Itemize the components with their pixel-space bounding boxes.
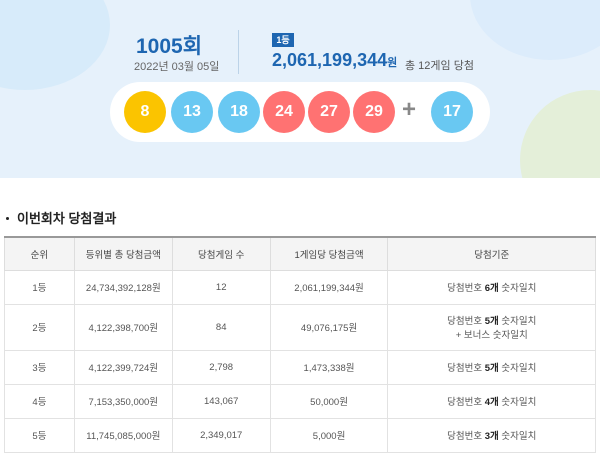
plus-icon: +	[402, 96, 417, 123]
table-row: 4등 7,153,350,000원 143,067 50,000원 당첨번호 4…	[4, 383, 596, 419]
criteria-count: 4개	[484, 397, 499, 408]
round-number: 1005회	[136, 30, 202, 60]
bonus-ball: 17	[431, 91, 473, 133]
round-suffix: 회	[182, 35, 203, 58]
table-row: 1등 24,734,392,128원 12 2,061,199,344원 당첨번…	[4, 269, 596, 305]
table-row: 5등 11,745,085,000원 2,349,017 5,000원 당첨번호…	[4, 417, 596, 453]
criteria-count: 5개	[484, 316, 499, 327]
games-cell: 84	[171, 303, 271, 351]
winning-ball: 27	[308, 91, 350, 133]
won-unit: 원	[387, 57, 398, 69]
criteria-text: 당첨번호	[447, 363, 485, 374]
criteria-cell: 당첨번호 5개 숫자일치 + 보너스 숫자일치	[387, 303, 596, 351]
draw-date: 2022년 03월 05일	[134, 61, 220, 73]
games-cell: 143,067	[171, 383, 271, 419]
per-game-cell: 5,000원	[269, 417, 389, 453]
criteria-text: 숫자일치	[498, 431, 537, 442]
per-game-cell: 1,473,338원	[269, 349, 389, 385]
rank-cell: 2등	[4, 303, 75, 351]
total-cell: 4,122,399,724원	[73, 349, 173, 385]
criteria-text: 숫자일치	[498, 363, 537, 374]
criteria-cell: 당첨번호 4개 숫자일치	[387, 383, 596, 419]
rank-cell: 1등	[4, 269, 75, 305]
total-cell: 24,734,392,128원	[73, 269, 173, 305]
decorative-blob	[520, 90, 600, 178]
table-row: 3등 4,122,399,724원 2,798 1,473,338원 당첨번호 …	[4, 349, 596, 385]
criteria-text: 당첨번호	[447, 316, 485, 327]
criteria-bonus-text: + 보너스 숫자일치	[455, 330, 528, 341]
per-game-cell: 50,000원	[269, 383, 389, 419]
round-number-value: 1005	[136, 35, 183, 58]
criteria-cell: 당첨번호 6개 숫자일치	[387, 269, 596, 305]
criteria-cell: 당첨번호 3개 숫자일치	[387, 417, 596, 453]
winning-ball: 18	[218, 91, 260, 133]
criteria-count: 5개	[484, 363, 499, 374]
criteria-text: 당첨번호	[447, 431, 485, 442]
first-prize-winners: 총 12게임 당첨	[405, 60, 474, 72]
winning-ball: 13	[171, 91, 213, 133]
header-total: 등위별 총 당첨금액	[73, 236, 173, 271]
decorative-blob	[470, 0, 600, 60]
criteria-text: 숫자일치	[498, 283, 537, 294]
total-cell: 7,153,350,000원	[73, 383, 173, 419]
total-cell: 11,745,085,000원	[73, 417, 173, 453]
games-cell: 2,798	[171, 349, 271, 385]
draw-summary-banner: 1005회 2022년 03월 05일 1등 2,061,199,344원 총 …	[0, 0, 600, 178]
criteria-cell: 당첨번호 5개 숫자일치	[387, 349, 596, 385]
decorative-blob	[0, 0, 110, 90]
total-cell: 4,122,398,700원	[73, 303, 173, 351]
winning-ball: 24	[263, 91, 305, 133]
per-game-cell: 49,076,175원	[269, 303, 389, 351]
results-table: 순위 등위별 총 당첨금액 당첨게임 수 1게임당 당첨금액 당첨기준 1등 2…	[4, 236, 596, 453]
criteria-text: 숫자일치	[498, 397, 537, 408]
header-games: 당첨게임 수	[171, 236, 271, 271]
criteria-text: 당첨번호	[447, 397, 485, 408]
criteria-count: 3개	[484, 431, 499, 442]
criteria-text: 당첨번호	[447, 283, 485, 294]
games-cell: 2,349,017	[171, 417, 271, 453]
results-heading: 이번회차 당첨결과	[0, 208, 116, 227]
first-rank-badge: 1등	[272, 33, 294, 47]
winning-ball: 29	[353, 91, 395, 133]
divider	[238, 30, 239, 74]
table-header-row: 순위 등위별 총 당첨금액 당첨게임 수 1게임당 당첨금액 당첨기준	[4, 236, 596, 271]
header-rank: 순위	[4, 236, 75, 271]
criteria-text: 숫자일치	[498, 316, 537, 327]
header-criteria: 당첨기준	[387, 236, 596, 271]
per-game-cell: 2,061,199,344원	[269, 269, 389, 305]
winning-ball: 8	[124, 91, 166, 133]
criteria-count: 6개	[484, 283, 499, 294]
winning-numbers: 8 13 18 24 27 29 + 17	[110, 82, 490, 142]
rank-cell: 5등	[4, 417, 75, 453]
first-prize-value: 2,061,199,344	[272, 50, 388, 70]
bullet-icon	[6, 216, 9, 220]
first-prize-amount: 2,061,199,344원	[272, 50, 397, 71]
games-cell: 12	[171, 269, 271, 305]
results-title: 이번회차 당첨결과	[17, 211, 117, 226]
rank-cell: 4등	[4, 383, 75, 419]
rank-cell: 3등	[4, 349, 75, 385]
header-per-game: 1게임당 당첨금액	[269, 236, 389, 271]
table-row: 2등 4,122,398,700원 84 49,076,175원 당첨번호 5개…	[4, 303, 596, 351]
